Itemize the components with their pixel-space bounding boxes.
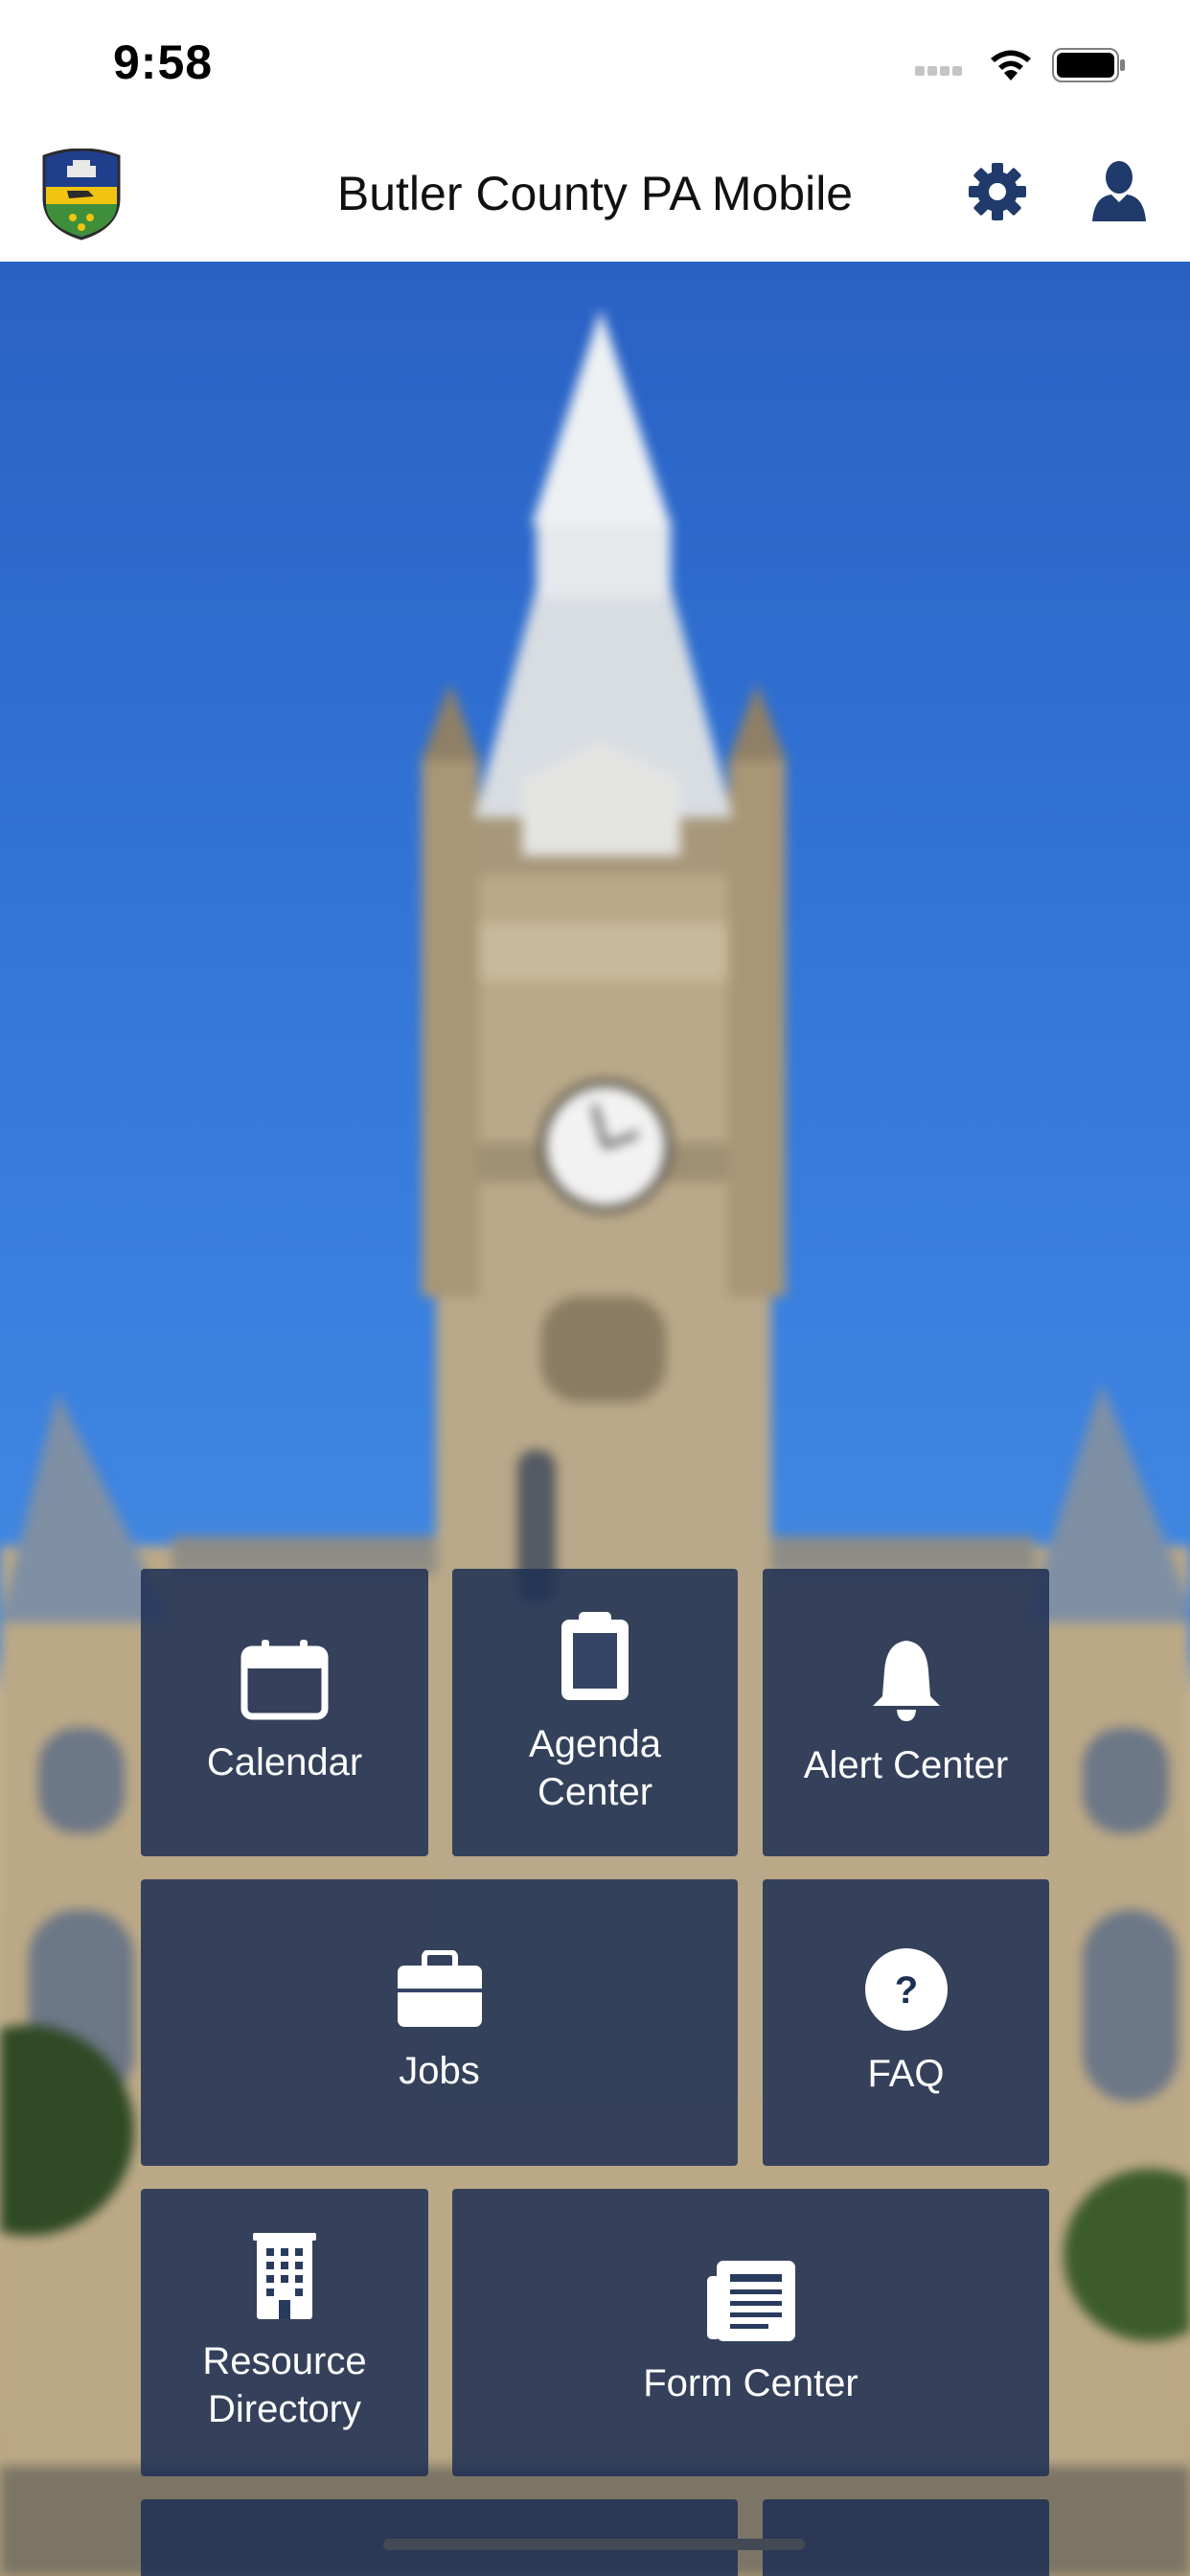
faq-label: FAQ — [867, 2053, 945, 2095]
calendar-tile[interactable]: Calendar — [141, 1569, 428, 1856]
alert-center-label: Alert Center — [803, 1743, 1009, 1786]
form-center-label: Form Center — [643, 2361, 858, 2404]
jobs-tile[interactable]: Jobs — [141, 1879, 738, 2166]
form-icon — [706, 2259, 795, 2346]
resource-directory-label: Resource Directory — [202, 2339, 367, 2430]
home-indicator — [383, 2539, 805, 2550]
settings-gear-icon[interactable] — [966, 160, 1029, 228]
wifi-icon — [987, 46, 1035, 87]
alert-center-tile[interactable]: Alert Center — [763, 1569, 1049, 1856]
partial-tile-right[interactable] — [763, 2499, 1049, 2576]
building-icon — [253, 2232, 316, 2324]
bell-icon — [871, 1637, 942, 1728]
agenda-center-label: Agenda Center — [529, 1722, 661, 1813]
app-header: Butler County PA Mobile — [0, 129, 1190, 264]
clipboard-icon — [558, 1610, 632, 1707]
status-bar: 9:58 — [0, 0, 1190, 129]
question-icon: ? — [864, 1947, 949, 2036]
agenda-center-tile[interactable]: Agenda Center — [452, 1569, 738, 1856]
status-time: 9:58 — [113, 35, 214, 89]
cellular-signal-icon — [915, 63, 965, 80]
partial-tile-left[interactable] — [141, 2499, 738, 2576]
calendar-label: Calendar — [206, 1740, 363, 1783]
faq-tile[interactable]: ? FAQ — [763, 1879, 1049, 2166]
briefcase-icon — [396, 1949, 484, 2034]
user-profile-icon[interactable] — [1090, 160, 1148, 228]
svg-text:?: ? — [894, 1969, 917, 2012]
form-center-tile[interactable]: Form Center — [452, 2189, 1049, 2476]
jobs-label: Jobs — [399, 2050, 480, 2092]
battery-icon — [1052, 48, 1127, 87]
resource-directory-tile[interactable]: Resource Directory — [141, 2189, 428, 2476]
calendar-icon — [240, 1639, 329, 1725]
